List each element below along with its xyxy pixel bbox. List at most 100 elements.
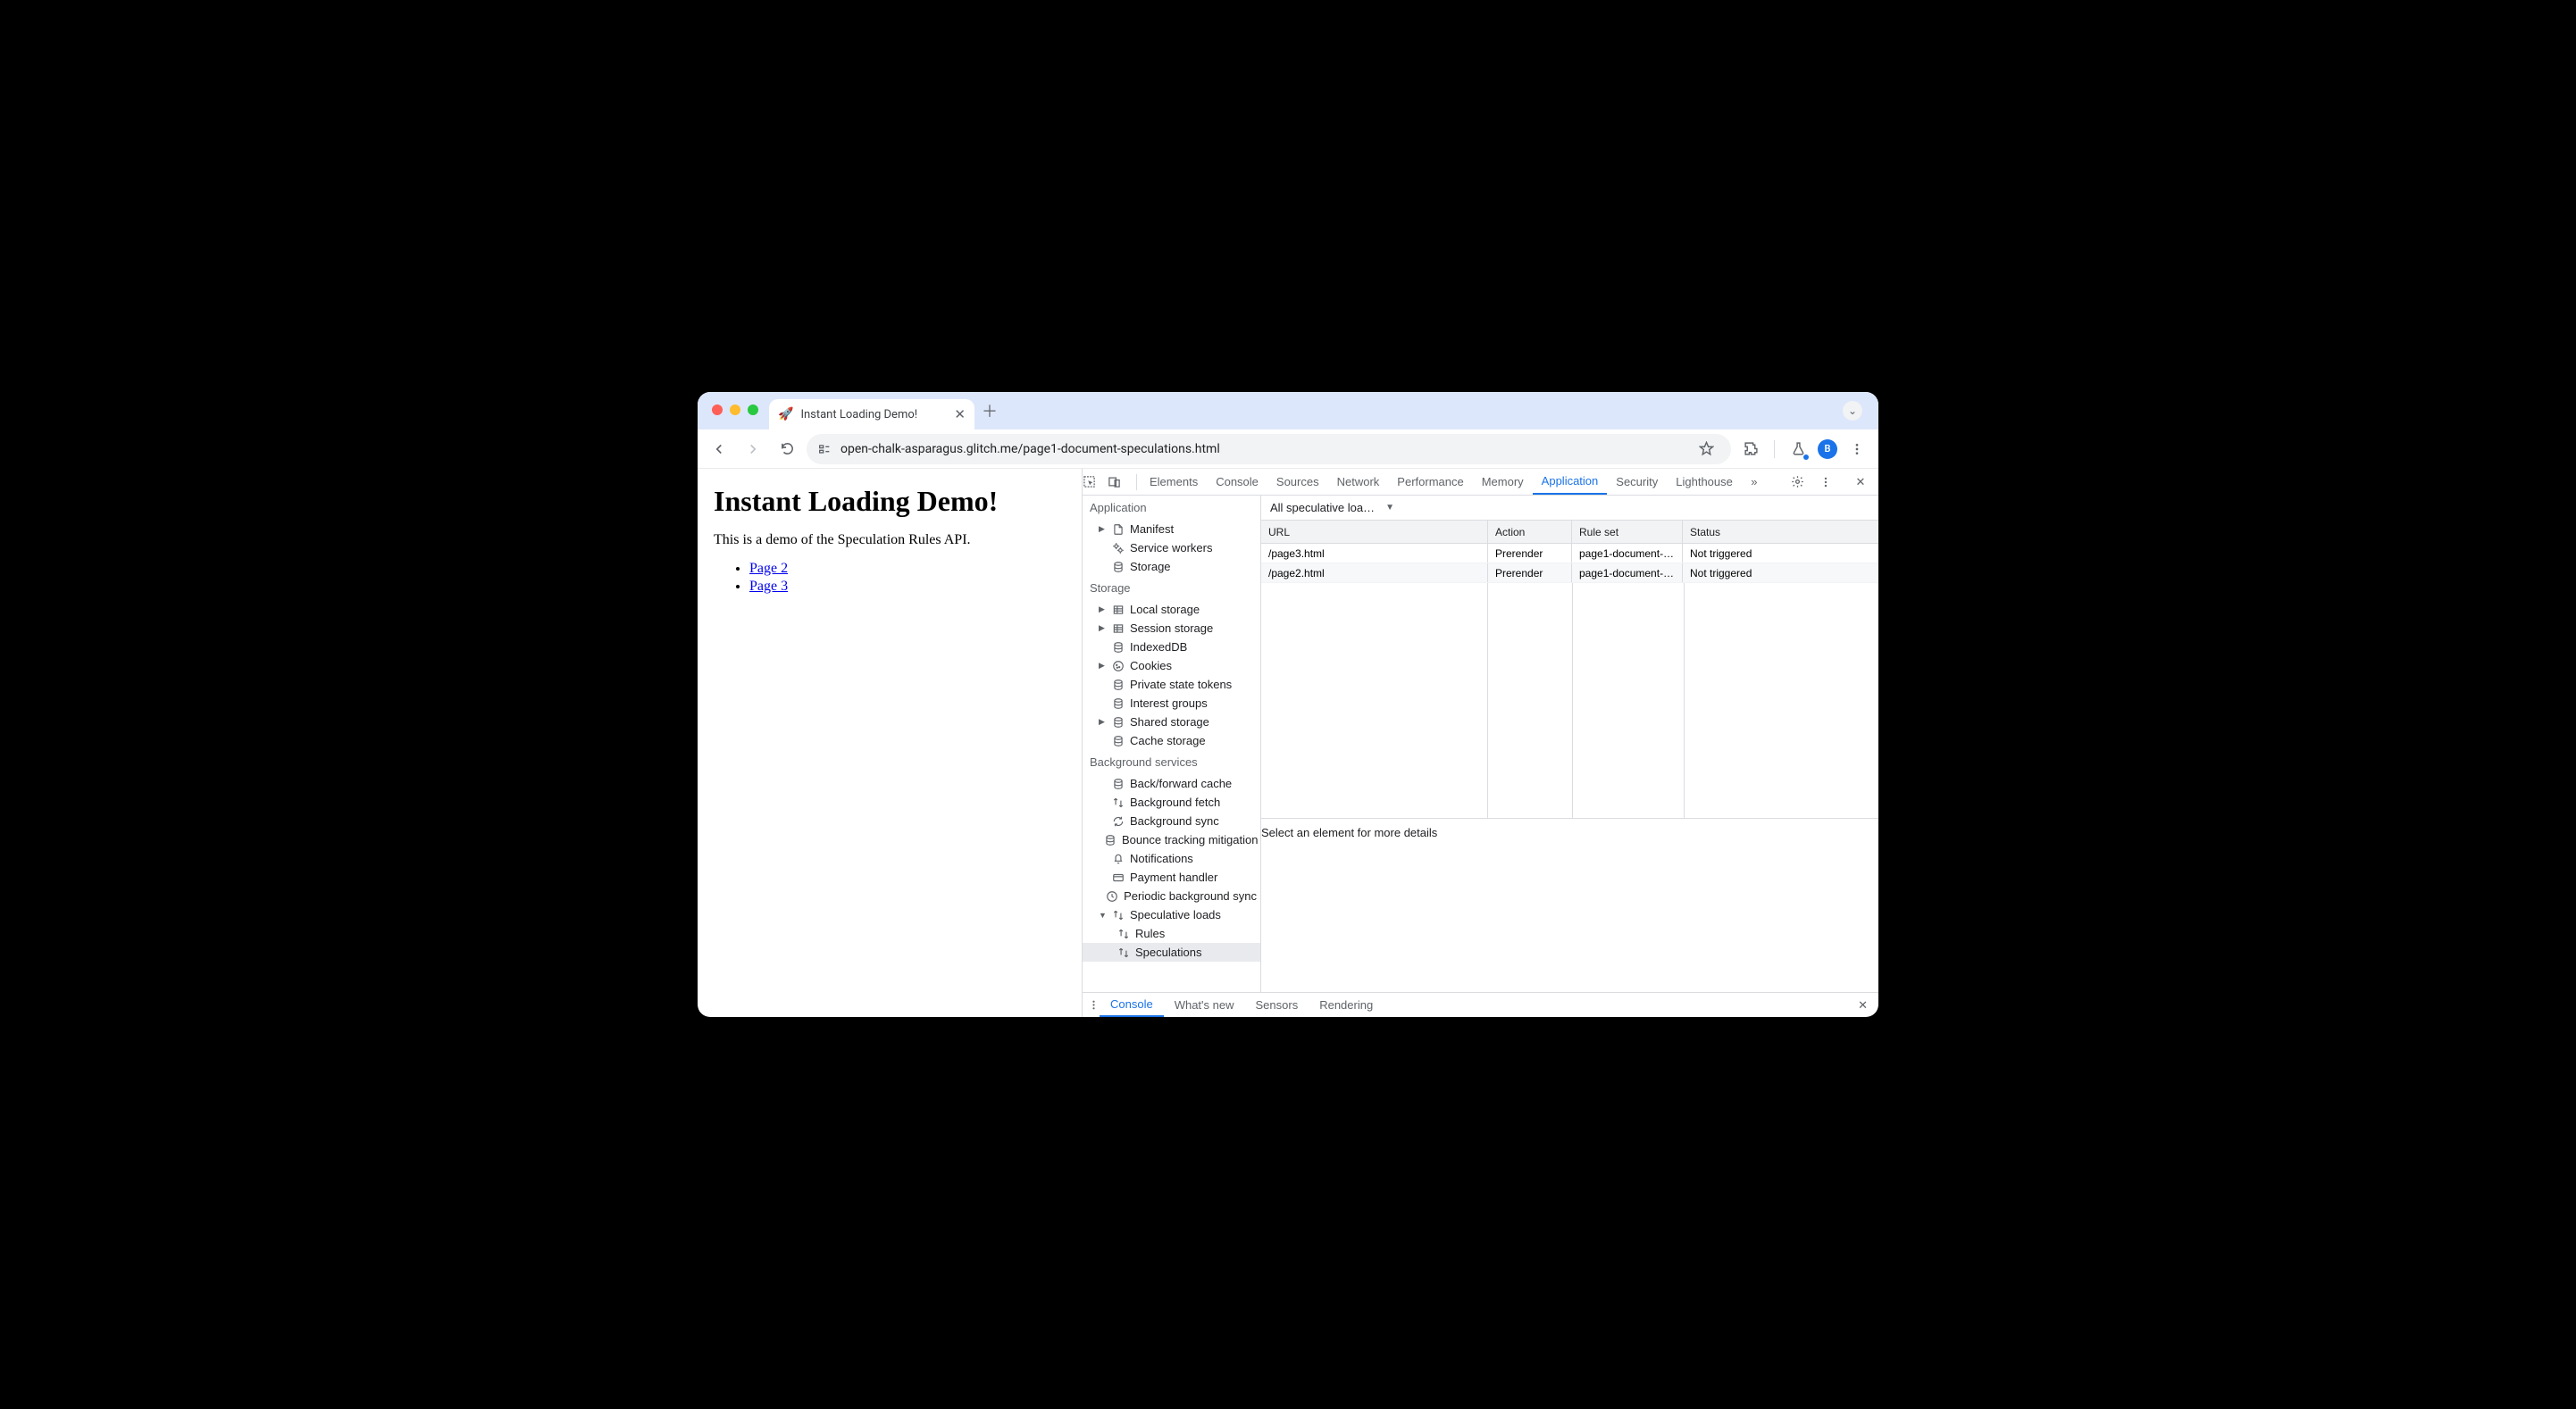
db-icon xyxy=(1111,778,1125,790)
db-icon xyxy=(1111,679,1125,691)
close-devtools-button[interactable]: ✕ xyxy=(1848,475,1873,489)
tab-sources[interactable]: Sources xyxy=(1267,469,1328,495)
sidebar-item-label: Back/forward cache xyxy=(1130,777,1232,790)
table-row[interactable]: /page3.html Prerender page1-document-… N… xyxy=(1261,544,1878,563)
sidebar-item-indexeddb[interactable]: IndexedDB xyxy=(1083,638,1260,656)
tab-application[interactable]: Application xyxy=(1533,469,1608,495)
tab-performance[interactable]: Performance xyxy=(1388,469,1472,495)
sidebar-item-rules[interactable]: Rules xyxy=(1083,924,1260,943)
sidebar-item-interest-groups[interactable]: Interest groups xyxy=(1083,694,1260,713)
tab-console[interactable]: Console xyxy=(1207,469,1267,495)
site-settings-icon[interactable] xyxy=(817,442,832,456)
th-status[interactable]: Status xyxy=(1683,521,1878,543)
close-drawer-button[interactable]: ✕ xyxy=(1858,998,1873,1013)
sidebar-item-label: Cookies xyxy=(1130,659,1172,672)
sidebar-item-cache-storage[interactable]: Cache storage xyxy=(1083,731,1260,750)
drawer-tab-sensors[interactable]: Sensors xyxy=(1245,993,1309,1017)
sidebar-item-label: Payment handler xyxy=(1130,871,1217,884)
table-header: URL Action Rule set Status xyxy=(1261,521,1878,544)
detail-placeholder: Select an element for more details xyxy=(1261,819,1878,839)
sidebar-item-background-fetch[interactable]: Background fetch xyxy=(1083,793,1260,812)
browser-window: 🚀 Instant Loading Demo! ✕ ＋ ⌄ open- xyxy=(698,392,1878,1017)
drawer-tab-rendering[interactable]: Rendering xyxy=(1309,993,1384,1017)
labs-icon[interactable] xyxy=(1784,435,1812,463)
tab-network[interactable]: Network xyxy=(1328,469,1389,495)
tab-lighthouse[interactable]: Lighthouse xyxy=(1667,469,1742,495)
tab-search-button[interactable]: ⌄ xyxy=(1843,401,1862,421)
table-empty-area xyxy=(1261,583,1878,819)
traffic-lights xyxy=(712,404,758,415)
bookmark-icon[interactable] xyxy=(1692,435,1720,463)
sidebar-item-speculations[interactable]: Speculations xyxy=(1083,943,1260,962)
close-tab-button[interactable]: ✕ xyxy=(954,406,966,422)
db-icon xyxy=(1111,641,1125,654)
sidebar-item-private-state-tokens[interactable]: Private state tokens xyxy=(1083,675,1260,694)
chrome-menu-button[interactable] xyxy=(1843,435,1871,463)
settings-icon[interactable] xyxy=(1791,475,1816,488)
th-ruleset[interactable]: Rule set xyxy=(1572,521,1683,543)
page-link-list: Page 2 Page 3 xyxy=(714,561,1066,595)
back-button[interactable] xyxy=(705,435,733,463)
db-icon xyxy=(1111,735,1125,747)
sidebar-item-background-sync[interactable]: Background sync xyxy=(1083,812,1260,830)
drawer-menu-icon[interactable] xyxy=(1088,999,1100,1011)
sidebar-item-manifest[interactable]: ▶Manifest xyxy=(1083,520,1260,538)
close-window-button[interactable] xyxy=(712,404,723,415)
device-toggle-icon[interactable] xyxy=(1108,475,1133,488)
speculations-table: URL Action Rule set Status /page3.html P… xyxy=(1261,521,1878,819)
sidebar-item-back-forward-cache[interactable]: Back/forward cache xyxy=(1083,774,1260,793)
more-tabs-icon[interactable]: » xyxy=(1742,475,1767,488)
sidebar-item-service-workers[interactable]: Service workers xyxy=(1083,538,1260,557)
sidebar-item-periodic-background-sync[interactable]: Periodic background sync xyxy=(1083,887,1260,905)
sidebar-item-label: Bounce tracking mitigation xyxy=(1122,833,1258,846)
sidebar-group-title: Application xyxy=(1083,496,1260,520)
swap-icon xyxy=(1111,909,1125,921)
address-bar[interactable]: open-chalk-asparagus.glitch.me/page1-doc… xyxy=(807,434,1731,464)
profile-avatar[interactable]: B xyxy=(1818,439,1837,459)
application-sidebar: Application▶Manifest Service workers Stora… xyxy=(1083,496,1261,992)
caret-icon: ▶ xyxy=(1099,623,1106,633)
toolbar-divider xyxy=(1774,440,1775,458)
speculations-filter[interactable]: All speculative loa… ▼ xyxy=(1261,496,1878,521)
forward-button[interactable] xyxy=(739,435,767,463)
sidebar-item-cookies[interactable]: ▶ Cookies xyxy=(1083,656,1260,675)
sidebar-item-storage[interactable]: Storage xyxy=(1083,557,1260,576)
caret-icon: ▶ xyxy=(1099,717,1106,727)
extensions-icon[interactable] xyxy=(1736,435,1765,463)
browser-tab[interactable]: 🚀 Instant Loading Demo! ✕ xyxy=(769,399,974,429)
bell-icon xyxy=(1111,853,1125,865)
sidebar-item-bounce-tracking-mitigation[interactable]: Bounce tracking mitigation xyxy=(1083,830,1260,849)
tab-security[interactable]: Security xyxy=(1607,469,1667,495)
drawer-tab-whatsnew[interactable]: What's new xyxy=(1164,993,1245,1017)
maximize-window-button[interactable] xyxy=(748,404,758,415)
sidebar-item-notifications[interactable]: Notifications xyxy=(1083,849,1260,868)
table-row[interactable]: /page2.html Prerender page1-document-… N… xyxy=(1261,563,1878,583)
application-main: All speculative loa… ▼ URL Action Rule s… xyxy=(1261,496,1878,992)
sidebar-item-label: Service workers xyxy=(1130,541,1212,554)
devtools-menu-icon[interactable] xyxy=(1819,476,1844,488)
link-page2[interactable]: Page 2 xyxy=(749,561,788,576)
minimize-window-button[interactable] xyxy=(730,404,740,415)
sidebar-item-local-storage[interactable]: ▶Local storage xyxy=(1083,600,1260,619)
sidebar-item-label: Periodic background sync xyxy=(1124,889,1257,903)
drawer-tab-console[interactable]: Console xyxy=(1100,993,1164,1017)
tab-memory[interactable]: Memory xyxy=(1473,469,1533,495)
db-icon xyxy=(1111,697,1125,710)
sidebar-item-session-storage[interactable]: ▶ Session storage xyxy=(1083,619,1260,638)
new-tab-button[interactable]: ＋ xyxy=(982,399,998,422)
page-heading: Instant Loading Demo! xyxy=(714,485,1066,518)
caret-icon: ▶ xyxy=(1099,661,1106,671)
inspect-icon[interactable] xyxy=(1083,475,1108,488)
reload-button[interactable] xyxy=(773,435,801,463)
sidebar-item-shared-storage[interactable]: ▶Shared storage xyxy=(1083,713,1260,731)
sidebar-item-label: Session storage xyxy=(1130,621,1213,635)
th-action[interactable]: Action xyxy=(1488,521,1572,543)
page-viewport: Instant Loading Demo! This is a demo of … xyxy=(698,469,1082,1017)
sidebar-item-speculative-loads[interactable]: ▼Speculative loads xyxy=(1083,905,1260,924)
th-url[interactable]: URL xyxy=(1261,521,1488,543)
sidebar-item-payment-handler[interactable]: Payment handler xyxy=(1083,868,1260,887)
clock-icon xyxy=(1106,890,1118,903)
link-page3[interactable]: Page 3 xyxy=(749,579,788,594)
gears-icon xyxy=(1111,542,1125,554)
tab-elements[interactable]: Elements xyxy=(1141,469,1207,495)
